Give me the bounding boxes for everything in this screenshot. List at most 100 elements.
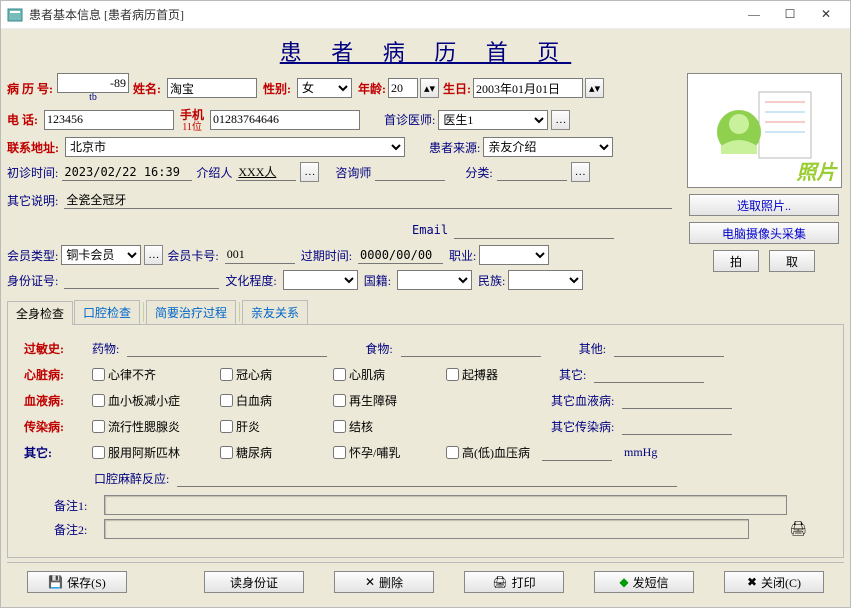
birth-spinner[interactable]: ▴▾ <box>585 78 604 98</box>
age-spinner[interactable]: ▴▾ <box>420 78 439 98</box>
label-heart: 心脏病: <box>24 366 84 383</box>
label-phone: 电 话: <box>7 111 38 128</box>
label-remark2: 备注2: <box>54 521 104 538</box>
sms-button[interactable]: ◆发短信 <box>594 571 694 593</box>
allergy-other-input[interactable] <box>614 339 724 357</box>
print-icon-btn: 🖨 <box>492 575 507 590</box>
app-icon <box>7 7 23 23</box>
label-blood: 血液病: <box>24 392 84 409</box>
ck-heart-2[interactable]: 心肌病 <box>333 366 438 383</box>
member-type-more-button[interactable]: … <box>144 245 163 265</box>
allergy-drug-input[interactable] <box>127 339 327 357</box>
infect-other-input[interactable] <box>622 417 732 435</box>
close-button[interactable]: ✖关闭(C) <box>724 571 824 593</box>
ethnic-select[interactable] <box>508 270 583 290</box>
label-email: Email <box>412 223 448 237</box>
label-other-desc: 其它说明: <box>7 192 58 209</box>
doctor-more-button[interactable]: … <box>551 110 570 130</box>
label-ethnic: 民族: <box>478 272 505 289</box>
label-allergy-drug: 药物: <box>92 340 119 357</box>
phone-input[interactable] <box>44 110 174 130</box>
ck-other-3[interactable]: 高(低)血压病 <box>446 444 530 461</box>
label-consultant: 咨询师 <box>335 164 371 181</box>
label-category: 分类: <box>465 164 492 181</box>
age-input[interactable] <box>388 78 418 98</box>
ck-other-0[interactable]: 服用阿斯匹林 <box>92 444 212 461</box>
print-button[interactable]: 🖨打印 <box>464 571 564 593</box>
expire-input[interactable] <box>358 246 443 264</box>
ck-infect-0[interactable]: 流行性腮腺炎 <box>92 418 212 435</box>
pai-button[interactable]: 拍 <box>713 250 759 272</box>
tab-treatment[interactable]: 简要治疗过程 <box>146 300 236 324</box>
tab-full-exam[interactable]: 全身检查 <box>7 301 73 325</box>
save-button[interactable]: 💾保存(S) <box>27 571 127 593</box>
ck-other-2[interactable]: 怀孕/哺乳 <box>333 444 438 461</box>
remark2-input[interactable] <box>104 519 749 539</box>
label-first-time: 初诊时间: <box>7 164 58 181</box>
ck-blood-0[interactable]: 血小板减小症 <box>92 392 212 409</box>
referrer-input[interactable] <box>236 163 296 181</box>
label-heart-other: 其它: <box>559 366 586 383</box>
label-gender: 性别: <box>263 80 291 97</box>
camera-capture-button[interactable]: 电脑摄像头采集 <box>689 222 839 244</box>
ck-infect-1[interactable]: 肝炎 <box>220 418 325 435</box>
id-no-input[interactable] <box>64 271 219 289</box>
mobile-input[interactable] <box>210 110 360 130</box>
nation-select[interactable] <box>397 270 472 290</box>
tb-hint: tb <box>89 93 97 103</box>
remark1-input[interactable] <box>104 495 787 515</box>
gender-select[interactable]: 女 <box>297 78 352 98</box>
birth-input[interactable] <box>473 78 583 98</box>
tab-relatives[interactable]: 亲友关系 <box>242 300 308 324</box>
ck-blood-2[interactable]: 再生障碍 <box>333 392 543 409</box>
bp-input[interactable] <box>542 443 612 461</box>
choose-photo-button[interactable]: 选取照片.. <box>689 194 839 216</box>
delete-button[interactable]: ✕删除 <box>334 571 434 593</box>
source-select[interactable]: 亲友介绍 <box>483 137 613 157</box>
send-icon: ◆ <box>619 575 628 590</box>
label-name: 姓名: <box>133 80 161 97</box>
referrer-more-button[interactable]: … <box>300 162 319 182</box>
label-mmhg: mmHg <box>624 445 657 460</box>
heart-other-input[interactable] <box>594 365 704 383</box>
minimize-button[interactable]: — <box>736 3 772 27</box>
member-card-input[interactable] <box>225 246 295 264</box>
qu-button[interactable]: 取 <box>769 250 815 272</box>
close-icon: ✖ <box>747 575 757 590</box>
printer-icon[interactable]: 🖨 <box>789 521 807 538</box>
ck-heart-3[interactable]: 起搏器 <box>446 366 551 383</box>
label-id-no: 身份证号: <box>7 272 58 289</box>
record-no-input[interactable] <box>57 73 129 93</box>
ck-heart-1[interactable]: 冠心病 <box>220 366 325 383</box>
save-icon: 💾 <box>48 575 63 590</box>
maximize-button[interactable]: ☐ <box>772 3 808 27</box>
edu-select[interactable] <box>283 270 358 290</box>
anesthesia-input[interactable] <box>177 469 677 487</box>
consultant-input[interactable] <box>375 163 445 181</box>
first-doctor-select[interactable]: 医生1 <box>438 110 548 130</box>
email-input[interactable] <box>454 221 614 239</box>
blood-other-input[interactable] <box>622 391 732 409</box>
ck-other-1[interactable]: 糖尿病 <box>220 444 325 461</box>
category-input[interactable] <box>497 163 567 181</box>
addr-select[interactable]: 北京市 <box>65 137 405 157</box>
label-mobile: 手机 <box>180 106 204 123</box>
first-time-input[interactable] <box>62 163 192 181</box>
ck-infect-2[interactable]: 结核 <box>333 418 543 435</box>
member-type-select[interactable]: 铜卡会员 <box>61 245 141 265</box>
label-infect: 传染病: <box>24 418 84 435</box>
label-record-no: 病 历 号: <box>7 80 53 97</box>
category-more-button[interactable]: … <box>571 162 590 182</box>
label-birth: 生日: <box>443 80 471 97</box>
other-desc-input[interactable] <box>64 191 672 209</box>
label-other: 其它: <box>24 444 84 461</box>
tab-oral-exam[interactable]: 口腔检查 <box>74 300 140 324</box>
job-select[interactable] <box>479 245 549 265</box>
close-window-button[interactable]: ✕ <box>808 3 844 27</box>
ck-blood-1[interactable]: 白血病 <box>220 392 325 409</box>
read-id-button[interactable]: 读身份证 <box>204 571 304 593</box>
photo-label: 照片 <box>797 156 837 185</box>
name-input[interactable] <box>167 78 257 98</box>
allergy-food-input[interactable] <box>401 339 541 357</box>
ck-heart-0[interactable]: 心律不齐 <box>92 366 212 383</box>
